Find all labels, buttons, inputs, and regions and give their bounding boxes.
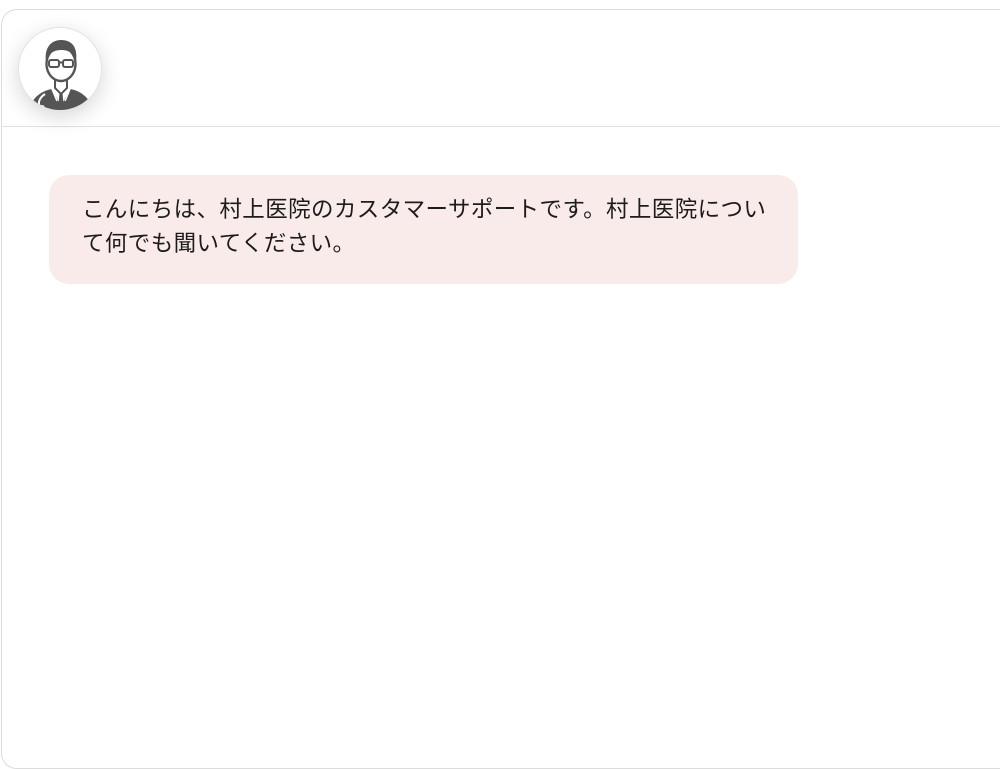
bot-message: こんにちは、村上医院のカスタマーサポートです。村上医院について何でも聞いてくださ… bbox=[49, 175, 798, 284]
chat-header bbox=[2, 10, 1000, 127]
doctor-avatar-icon bbox=[18, 27, 102, 111]
message-list: こんにちは、村上医院のカスタマーサポートです。村上医院について何でも聞いてくださ… bbox=[2, 127, 1000, 768]
chat-window: こんにちは、村上医院のカスタマーサポートです。村上医院について何でも聞いてくださ… bbox=[1, 9, 1000, 769]
